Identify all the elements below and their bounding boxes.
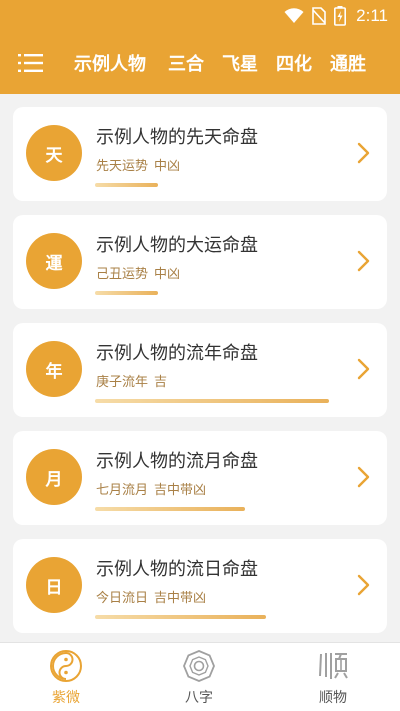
fortune-rating: 吉中带凶 — [154, 483, 207, 498]
card-badge: 運 — [26, 233, 82, 289]
fortune-label: 先天运势 — [96, 159, 149, 174]
fortune-bar — [95, 399, 329, 403]
bottom-nav: 紫微 八字 顺物 — [0, 642, 400, 711]
fortune-bar — [95, 291, 329, 295]
status-icons: 2:11 — [284, 4, 388, 28]
fortune-rating: 中凶 — [154, 159, 181, 174]
fortune-rating: 吉 — [154, 375, 168, 390]
battery-charging-icon — [334, 6, 347, 26]
fortune-bar-fill — [95, 399, 329, 403]
card-title: 示例人物的先天命盘 — [96, 127, 258, 148]
card-badge: 天 — [26, 125, 82, 181]
fortune-label: 庚子流年 — [96, 375, 149, 390]
fortune-bar-fill — [95, 291, 159, 295]
card-title: 示例人物的流日命盘 — [96, 559, 258, 580]
card-title: 示例人物的流年命盘 — [96, 343, 258, 364]
bottom-nav-shunwu[interactable]: 顺物 — [293, 649, 373, 709]
chart-card-liuri[interactable]: 日 示例人物的流日命盘 今日流日 吉中带凶 — [13, 539, 387, 633]
no-sim-icon — [312, 7, 326, 25]
card-badge: 月 — [26, 449, 82, 505]
clock: 2:11 — [356, 6, 388, 25]
fortune-bar-fill — [95, 183, 159, 187]
bottom-nav-label: 紫微 — [52, 690, 80, 706]
card-subtitle: 己丑运势 中凶 — [96, 263, 180, 282]
header-tabs: 示例人物 三合 飞星 四化 通胜 — [68, 49, 366, 77]
card-subtitle: 七月流月 吉中带凶 — [96, 479, 206, 498]
card-subtitle: 先天运势 中凶 — [96, 155, 180, 174]
chevron-right-icon — [357, 358, 370, 380]
chevron-right-icon — [357, 142, 370, 164]
card-subtitle: 庚子流年吉 — [96, 371, 167, 390]
fortune-bar-fill — [95, 615, 266, 619]
tab-tongsheng[interactable]: 通胜 — [330, 50, 366, 76]
bottom-nav-ziwei[interactable]: 紫微 — [26, 649, 106, 709]
header-nav: 示例人物 三合 飞星 四化 通胜 — [0, 32, 400, 94]
card-badge: 日 — [26, 557, 82, 613]
fortune-rating: 中凶 — [154, 267, 181, 282]
wifi-icon — [284, 8, 304, 23]
fortune-bar — [95, 615, 329, 619]
fortune-rating: 吉中带凶 — [154, 591, 207, 606]
bottom-nav-bazi[interactable]: 八字 — [159, 649, 239, 709]
fortune-bar — [95, 183, 329, 187]
tab-sihua[interactable]: 四化 — [276, 50, 312, 76]
tab-feixing[interactable]: 飞星 — [222, 50, 258, 76]
chart-card-xiantian[interactable]: 天 示例人物的先天命盘 先天运势 中凶 — [13, 107, 387, 201]
chart-card-dayun[interactable]: 運 示例人物的大运命盘 己丑运势 中凶 — [13, 215, 387, 309]
card-subtitle: 今日流日 吉中带凶 — [96, 587, 206, 606]
tab-person[interactable]: 示例人物 — [74, 50, 146, 76]
chevron-right-icon — [357, 466, 370, 488]
bottom-nav-label: 顺物 — [319, 690, 347, 706]
fortune-label: 今日流日 — [96, 591, 149, 606]
tab-sanhe[interactable]: 三合 — [168, 50, 204, 76]
chevron-right-icon — [357, 574, 370, 596]
top-app-bar: 2:11 示例人物 三合 飞星 四化 通胜 — [0, 0, 400, 94]
fortune-label: 己丑运势 — [96, 267, 149, 282]
bagua-icon — [183, 650, 215, 682]
chart-card-liunian[interactable]: 年 示例人物的流年命盘 庚子流年吉 — [13, 323, 387, 417]
chevron-right-icon — [357, 250, 370, 272]
fortune-label: 七月流月 — [96, 483, 149, 498]
menu-list-icon[interactable] — [18, 53, 44, 73]
fortune-bar-fill — [95, 507, 245, 511]
card-title: 示例人物的流月命盘 — [96, 451, 258, 472]
status-bar: 2:11 — [0, 0, 400, 32]
card-badge: 年 — [26, 341, 82, 397]
bottom-nav-label: 八字 — [185, 690, 213, 706]
fortune-bar — [95, 507, 329, 511]
yin-yang-icon — [50, 650, 82, 682]
card-title: 示例人物的大运命盘 — [96, 235, 258, 256]
chart-card-liuyue[interactable]: 月 示例人物的流月命盘 七月流月 吉中带凶 — [13, 431, 387, 525]
shun-glyph-icon — [319, 653, 348, 679]
